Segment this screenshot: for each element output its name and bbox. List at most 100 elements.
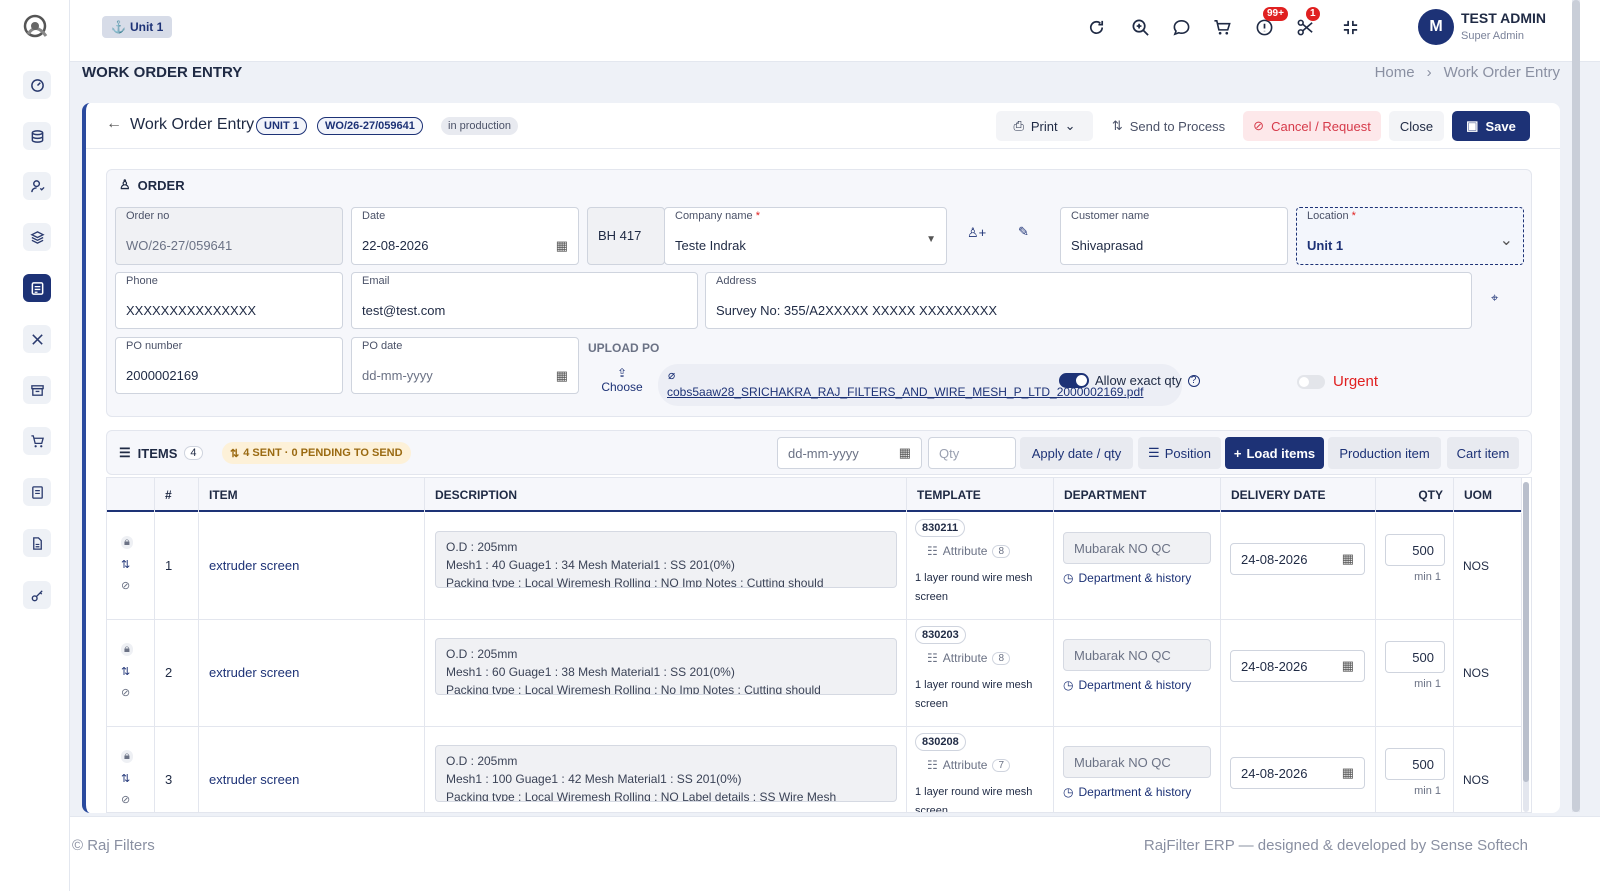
cart-item-button[interactable]: Cart item — [1447, 437, 1519, 469]
toggle-switch-on[interactable] — [1059, 373, 1089, 388]
report-icon[interactable] — [23, 478, 51, 506]
unit-selector[interactable]: ⚓ Unit 1 — [102, 16, 173, 38]
urgent-toggle[interactable]: Urgent — [1297, 373, 1378, 390]
brand-logo-icon[interactable] — [22, 12, 50, 42]
email-field[interactable]: Email test@test.com — [351, 272, 698, 329]
department-history-link[interactable]: ◷ Department & history — [1063, 571, 1191, 585]
compress-icon[interactable] — [1339, 16, 1361, 38]
location-value: Unit 1 — [1307, 238, 1344, 253]
company-name-select[interactable]: Company name * Teste Indrak ▼ — [664, 207, 947, 265]
description-textarea[interactable]: O.D : 205mm Mesh1 : 60 Guage1 : 38 Mesh … — [435, 638, 897, 695]
po-number-field[interactable]: PO number 2000002169 — [115, 337, 343, 394]
notifications-icon[interactable]: 99+ — [1253, 7, 1288, 38]
users-icon[interactable] — [23, 172, 51, 200]
calendar-icon[interactable]: ▦ — [1342, 765, 1354, 781]
template-code[interactable]: 830208 — [915, 733, 966, 751]
apply-date-qty-button[interactable]: Apply date / qty — [1020, 437, 1133, 469]
location-pin-icon[interactable]: ⌖ — [1491, 290, 1498, 306]
bulk-qty-input[interactable]: Qty — [928, 437, 1016, 469]
attribute-button[interactable]: ☷ Attribute 8 — [927, 651, 1011, 665]
route-icon[interactable]: ⇅ — [121, 558, 130, 571]
lock-icon[interactable]: 🔒︎ — [121, 750, 133, 763]
production-item-button[interactable]: Production item — [1328, 437, 1441, 469]
shopping-cart-icon[interactable] — [1211, 16, 1233, 38]
department-field[interactable]: Mubarak NO QC — [1063, 639, 1211, 671]
date-field[interactable]: Date 22-08-2026 ▦ — [351, 207, 579, 265]
zoom-search-icon[interactable] — [1129, 16, 1151, 38]
key-icon[interactable] — [23, 581, 51, 609]
department-history-link[interactable]: ◷ Department & history — [1063, 785, 1191, 799]
scissors-icon[interactable]: 1 — [1294, 7, 1320, 38]
refresh-icon[interactable] — [1085, 16, 1107, 38]
user-name[interactable]: TEST ADMIN — [1461, 10, 1546, 26]
avatar[interactable]: M — [1418, 9, 1454, 45]
caret-down-icon[interactable]: ▼ — [926, 234, 936, 245]
table-row: 🔒︎ ⇅ ⊘ 3 extruder screen O.D : 205mm Mes… — [107, 727, 1522, 812]
choose-file-button[interactable]: ⇪ Choose — [597, 366, 647, 394]
route-icon[interactable]: ⇅ — [121, 772, 130, 785]
layers-icon[interactable] — [23, 223, 51, 251]
customer-name-field[interactable]: Customer name Shivaprasad — [1060, 207, 1288, 265]
document-icon[interactable] — [23, 529, 51, 557]
help-icon[interactable]: ? — [1187, 374, 1200, 387]
qty-input[interactable]: 500 — [1385, 641, 1445, 673]
bulk-date-input[interactable]: dd-mm-yyyy ▦ — [777, 437, 922, 469]
delivery-date-input[interactable]: 24-08-2026 ▦ — [1230, 543, 1365, 575]
send-to-process-button[interactable]: ⇅ Send to Process — [1106, 111, 1231, 141]
table-scrollbar[interactable] — [1523, 482, 1529, 812]
cart-icon[interactable] — [23, 427, 51, 455]
page-scrollbar[interactable] — [1572, 0, 1580, 812]
save-button[interactable]: ▣ Save — [1452, 111, 1530, 141]
attribute-button[interactable]: ☷ Attribute 7 — [927, 758, 1011, 772]
close-button[interactable]: Close — [1389, 111, 1444, 141]
route-icon[interactable]: ⇅ — [121, 665, 130, 678]
item-link[interactable]: extruder screen — [209, 772, 299, 787]
lock-icon[interactable]: 🔒︎ — [121, 643, 133, 656]
calendar-icon[interactable]: ▦ — [556, 238, 568, 254]
tools-icon[interactable] — [23, 325, 51, 353]
department-field[interactable]: Mubarak NO QC — [1063, 532, 1211, 564]
address-field[interactable]: Address Survey No: 355/A2XXXXX XXXXX XXX… — [705, 272, 1472, 329]
breadcrumb-home[interactable]: Home — [1375, 64, 1415, 81]
cancel-request-button[interactable]: ⊘ Cancel / Request — [1243, 111, 1381, 141]
calendar-icon[interactable]: ▦ — [1342, 658, 1354, 674]
description-textarea[interactable]: O.D : 205mm Mesh1 : 100 Guage1 : 42 Mesh… — [435, 745, 897, 802]
qty-input[interactable]: 500 — [1385, 534, 1445, 566]
phone-field[interactable]: Phone XXXXXXXXXXXXXXX — [115, 272, 343, 329]
description-textarea[interactable]: O.D : 205mm Mesh1 : 40 Guage1 : 34 Mesh … — [435, 531, 897, 588]
print-button[interactable]: ⎙ Print ⌄ — [996, 111, 1093, 141]
allow-exact-qty-toggle[interactable]: Allow exact qty ? — [1059, 373, 1200, 388]
calendar-icon[interactable]: ▦ — [556, 368, 568, 384]
department-field[interactable]: Mubarak NO QC — [1063, 746, 1211, 778]
lock-icon[interactable]: 🔒︎ — [121, 536, 133, 549]
attribute-button[interactable]: ☷ Attribute 8 — [927, 544, 1011, 558]
calendar-icon[interactable]: ▦ — [899, 445, 911, 461]
work-order-icon[interactable] — [23, 274, 51, 302]
department-history-link[interactable]: ◷ Department & history — [1063, 678, 1191, 692]
edit-pencil-icon[interactable]: ✎ — [1018, 224, 1029, 240]
load-items-button[interactable]: + Load items — [1225, 437, 1324, 469]
template-code[interactable]: 830203 — [915, 626, 966, 644]
location-select[interactable]: Location * Unit 1 ⌄ — [1296, 207, 1524, 265]
back-arrow-icon[interactable]: ← — [106, 115, 122, 133]
database-icon[interactable] — [23, 122, 51, 150]
page-title: WORK ORDER ENTRY — [82, 64, 243, 81]
archive-icon[interactable] — [23, 376, 51, 404]
chevron-down-icon[interactable]: ⌄ — [1500, 230, 1513, 250]
position-button[interactable]: ☰ Position — [1138, 437, 1221, 469]
qty-input[interactable]: 500 — [1385, 748, 1445, 780]
delivery-date-input[interactable]: 24-08-2026 ▦ — [1230, 650, 1365, 682]
item-link[interactable]: extruder screen — [209, 665, 299, 680]
add-person-icon[interactable]: ♙+ — [967, 225, 986, 241]
po-date-field[interactable]: PO date dd-mm-yyyy ▦ — [351, 337, 579, 394]
delivery-date-input[interactable]: 24-08-2026 ▦ — [1230, 757, 1365, 789]
item-link[interactable]: extruder screen — [209, 558, 299, 573]
cancel-circle-icon[interactable]: ⊘ — [121, 793, 130, 806]
dashboard-icon[interactable] — [23, 71, 51, 99]
calendar-icon[interactable]: ▦ — [1342, 551, 1354, 567]
template-code[interactable]: 830211 — [915, 519, 966, 537]
cancel-circle-icon[interactable]: ⊘ — [121, 686, 130, 699]
toggle-switch-off[interactable] — [1297, 374, 1325, 389]
cancel-circle-icon[interactable]: ⊘ — [121, 579, 130, 592]
chat-icon[interactable] — [1170, 16, 1192, 38]
